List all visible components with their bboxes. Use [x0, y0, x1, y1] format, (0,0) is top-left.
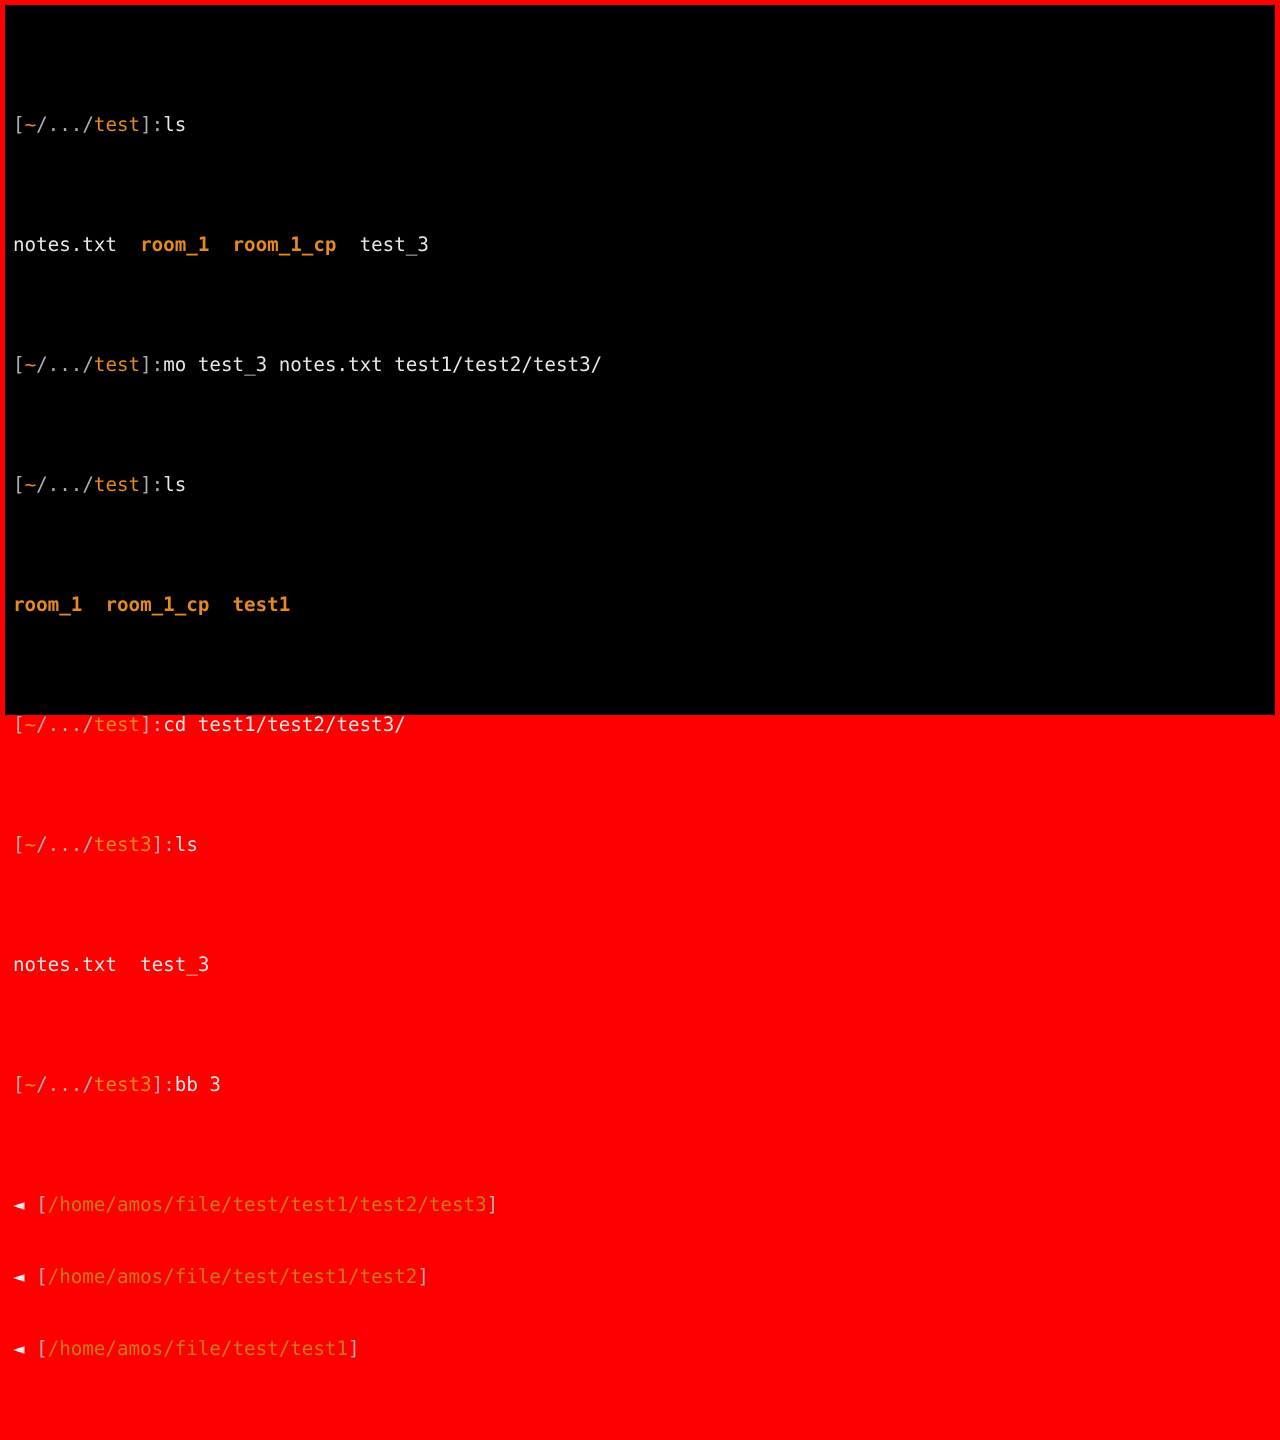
gap [82, 593, 105, 616]
prompt-end: ]: [152, 833, 175, 856]
terminal-line: [~/.../test]:ls [13, 473, 1267, 497]
ls-output: notes.txt room_1 room_1_cp test_3 [13, 233, 1267, 257]
prompt-tilde: ~ [25, 113, 37, 136]
bb-stack-line: ◄ [/home/amos/file/test/test1] [13, 1337, 1267, 1361]
prompt-sep: /.../ [36, 113, 94, 136]
prompt-dir: test [94, 473, 140, 496]
bb-stack-line: ◄ [/home/amos/file/test/test1/test2] [13, 1265, 1267, 1289]
file: test_3 [336, 233, 428, 256]
arrow-left-icon: ◄ [13, 1337, 25, 1361]
bracket: ] [348, 1337, 360, 1360]
dir: room_1 [13, 593, 82, 616]
stack-path: /home/amos/file/test/test1/test2 [48, 1265, 418, 1288]
bracket: [ [25, 1337, 48, 1360]
ls-output: notes.txt test_3 [13, 953, 1267, 977]
bracket: [ [25, 1265, 48, 1288]
prompt-bracket: [ [13, 113, 25, 136]
terminal-window[interactable]: [~/.../test]:ls notes.txt room_1 room_1_… [5, 5, 1275, 715]
prompt-tilde: ~ [25, 353, 37, 376]
prompt-end: ]: [140, 473, 163, 496]
prompt-bracket: [ [13, 353, 25, 376]
bracket: ] [487, 1193, 499, 1216]
prompt-sep: /.../ [36, 1073, 94, 1096]
prompt-dir: test3 [94, 833, 152, 856]
command-text: ls [163, 113, 186, 136]
dir: room_1 [140, 233, 209, 256]
terminal-line: [~/.../test]:ls [13, 113, 1267, 137]
terminal-line: [~/.../test]:mo test_3 notes.txt test1/t… [13, 353, 1267, 377]
command-text: bb 3 [175, 1073, 221, 1096]
command-text: ls [175, 833, 198, 856]
dir: room_1_cp [233, 233, 337, 256]
prompt-dir: test [94, 353, 140, 376]
bracket: [ [25, 1193, 48, 1216]
dir: room_1_cp [105, 593, 209, 616]
prompt-bracket: [ [13, 1073, 25, 1096]
prompt-end: ]: [140, 713, 163, 736]
terminal-line: [~/.../test]:cd test1/test2/test3/ [13, 713, 1267, 737]
command-text: ls [163, 473, 186, 496]
prompt-end: ]: [152, 1073, 175, 1096]
command-text: mo test_3 notes.txt test1/test2/test3/ [163, 353, 602, 376]
arrow-left-icon: ◄ [13, 1265, 25, 1289]
prompt-sep: /.../ [36, 833, 94, 856]
stack-path: /home/amos/file/test/test1/test2/test3 [48, 1193, 487, 1216]
prompt-sep: /.../ [36, 473, 94, 496]
prompt-dir: test [94, 113, 140, 136]
terminal-line: [~/.../test3]:ls [13, 833, 1267, 857]
file: notes.txt test_3 [13, 953, 209, 976]
command-text: cd test1/test2/test3/ [163, 713, 406, 736]
bb-stack-line: ◄ [/home/amos/file/test/test1/test2/test… [13, 1193, 1267, 1217]
prompt-sep: /.../ [36, 353, 94, 376]
prompt-tilde: ~ [25, 713, 37, 736]
terminal-line: [~/.../test3]:bb 3 [13, 1073, 1267, 1097]
prompt-tilde: ~ [25, 833, 37, 856]
bracket: ] [417, 1265, 429, 1288]
prompt-sep: /.../ [36, 713, 94, 736]
dir: test1 [233, 593, 291, 616]
ls-output: room_1 room_1_cp test1 [13, 593, 1267, 617]
prompt-bracket: [ [13, 713, 25, 736]
prompt-bracket: [ [13, 473, 25, 496]
prompt-tilde: ~ [25, 1073, 37, 1096]
file: notes.txt [13, 233, 140, 256]
prompt-tilde: ~ [25, 473, 37, 496]
stack-path: /home/amos/file/test/test1 [48, 1337, 348, 1360]
prompt-bracket: [ [13, 833, 25, 856]
gap [209, 593, 232, 616]
gap [209, 233, 232, 256]
prompt-end: ]: [140, 353, 163, 376]
prompt-dir: test [94, 713, 140, 736]
prompt-dir: test3 [94, 1073, 152, 1096]
prompt-end: ]: [140, 113, 163, 136]
arrow-left-icon: ◄ [13, 1193, 25, 1217]
